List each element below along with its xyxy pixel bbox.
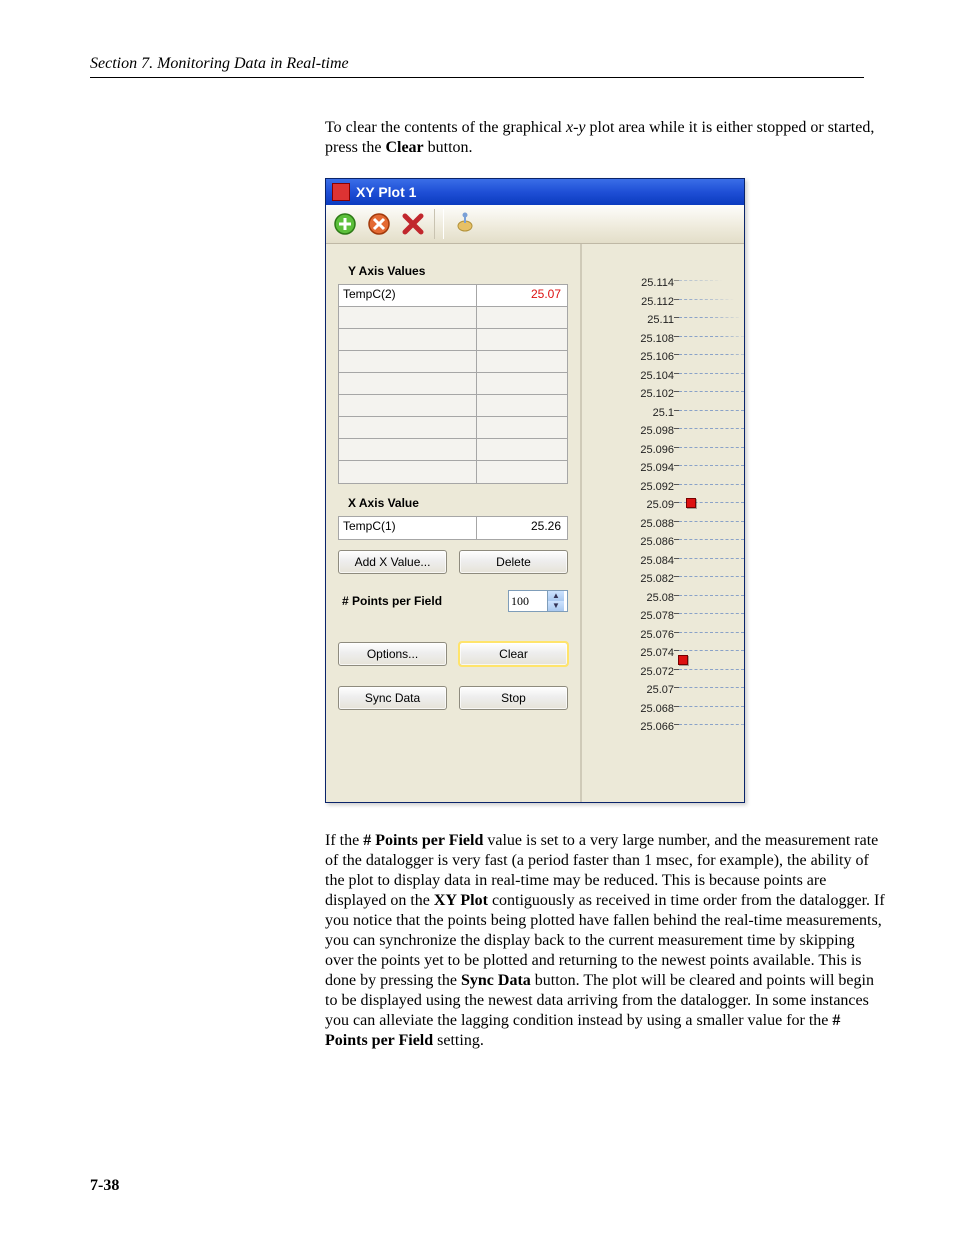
x-axis-heading: X Axis Value bbox=[348, 496, 568, 510]
window-title: XY Plot 1 bbox=[356, 184, 416, 200]
text: setting. bbox=[433, 1032, 484, 1049]
sync-data-button[interactable]: Sync Data bbox=[338, 686, 447, 710]
text-bold: XY Plot bbox=[434, 892, 488, 909]
clear-button[interactable]: Clear bbox=[459, 642, 568, 666]
y-axis-tick-labels: 25.11425.11225.1125.10825.10625.10425.10… bbox=[616, 244, 674, 802]
text-bold: Clear bbox=[385, 139, 423, 156]
text: button. bbox=[424, 139, 473, 156]
options-button[interactable]: Options... bbox=[338, 642, 447, 666]
plot-canvas bbox=[674, 244, 744, 802]
text-bold: # Points per Field bbox=[363, 832, 483, 849]
delete-button[interactable] bbox=[398, 209, 428, 239]
remove-button[interactable] bbox=[364, 209, 394, 239]
points-per-field-label: # Points per Field bbox=[338, 594, 508, 608]
intro-paragraph: To clear the contents of the graphical x… bbox=[325, 118, 885, 158]
page-number: 7-38 bbox=[90, 1177, 119, 1195]
y-axis-grid[interactable]: TempC(2)25.07................ bbox=[338, 284, 568, 484]
x-icon bbox=[400, 211, 426, 237]
spin-down-icon[interactable]: ▼ bbox=[548, 601, 564, 611]
title-bar[interactable]: XY Plot 1 bbox=[326, 179, 744, 205]
toolbar-separator bbox=[434, 209, 444, 239]
points-per-field-input[interactable] bbox=[509, 591, 547, 611]
x-axis-grid[interactable]: TempC(1)25.26 bbox=[338, 516, 568, 540]
stop-button[interactable]: Stop bbox=[459, 686, 568, 710]
plus-icon bbox=[332, 211, 358, 237]
spin-up-icon[interactable]: ▲ bbox=[548, 591, 564, 601]
points-per-field-spinner[interactable]: ▲ ▼ bbox=[508, 590, 568, 612]
toolbar bbox=[326, 205, 744, 244]
plot-area: 25.11425.11225.1125.10825.10625.10425.10… bbox=[582, 244, 744, 802]
delete-value-button[interactable]: Delete bbox=[459, 550, 568, 574]
cancel-icon bbox=[366, 211, 392, 237]
text-italic: x-y bbox=[566, 119, 586, 136]
running-header: Section 7. Monitoring Data in Real-time bbox=[90, 55, 864, 78]
xy-plot-window: XY Plot 1 Y Axis Values bbox=[325, 178, 745, 803]
y-axis-heading: Y Axis Values bbox=[348, 264, 568, 278]
add-button[interactable] bbox=[330, 209, 360, 239]
lock-button[interactable] bbox=[450, 209, 480, 239]
explanation-paragraph: If the # Points per Field value is set t… bbox=[325, 831, 885, 1051]
add-x-value-button[interactable]: Add X Value... bbox=[338, 550, 447, 574]
text: If the bbox=[325, 832, 363, 849]
control-panel: Y Axis Values TempC(2)25.07.............… bbox=[326, 244, 582, 802]
pin-icon bbox=[452, 211, 478, 237]
window-icon bbox=[332, 183, 350, 201]
text-bold: Sync Data bbox=[461, 972, 531, 989]
text: To clear the contents of the graphical bbox=[325, 119, 566, 136]
